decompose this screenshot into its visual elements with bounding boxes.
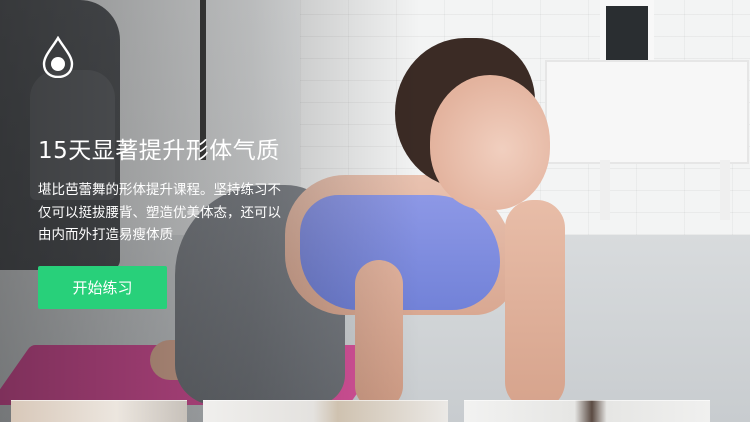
background-shelf-leg — [720, 160, 730, 220]
course-thumbnail-1[interactable] — [11, 400, 187, 422]
course-title: 15天显著提升形体气质 — [38, 138, 280, 164]
course-thumbnail-2[interactable] — [203, 400, 448, 422]
background-shelf-leg — [600, 160, 610, 220]
water-drop-logo-icon — [41, 35, 75, 79]
course-description-line: 仅可以挺拔腰背、塑造优美体态，还可以 — [38, 204, 281, 221]
course-description-line: 由内而外打造易瘦体质 — [38, 227, 173, 243]
figure-arm-front — [505, 200, 565, 410]
background-shelf — [545, 60, 749, 164]
start-practice-button[interactable]: 开始练习 — [38, 266, 167, 309]
figure-head — [430, 75, 550, 210]
course-description: 堪比芭蕾舞的形体提升课程。坚持练习不 仅可以挺拔腰背、塑造优美体态，还可以 由内… — [38, 179, 298, 247]
course-detail-screen: 15天显著提升形体气质 堪比芭蕾舞的形体提升课程。坚持练习不 仅可以挺拔腰背、塑… — [0, 0, 750, 422]
course-description-line: 堪比芭蕾舞的形体提升课程。坚持练习不 — [38, 182, 281, 198]
course-thumbnail-3[interactable] — [464, 400, 710, 422]
